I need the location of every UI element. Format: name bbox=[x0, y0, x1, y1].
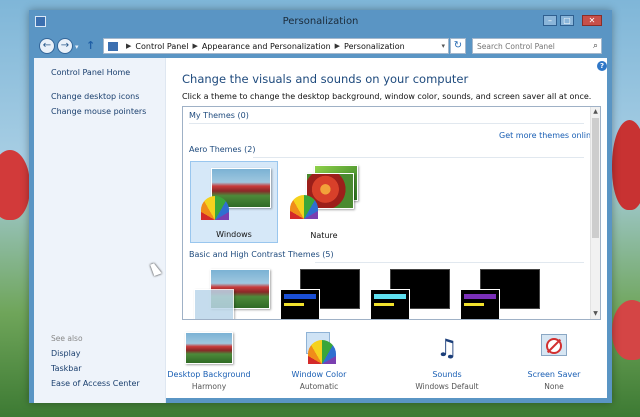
setting-label[interactable]: Screen Saver bbox=[504, 370, 604, 379]
theme-windows-basic[interactable] bbox=[190, 267, 278, 319]
theme-high-contrast-1[interactable] bbox=[280, 267, 368, 319]
theme-name: Nature bbox=[310, 231, 338, 240]
window-color-icon bbox=[302, 332, 336, 364]
setting-value: Harmony bbox=[191, 382, 227, 391]
setting-value: Windows Default bbox=[415, 382, 479, 391]
search-input[interactable] bbox=[473, 39, 583, 53]
setting-label[interactable]: Desktop Background bbox=[159, 370, 259, 379]
see-also-taskbar[interactable]: Taskbar bbox=[51, 364, 82, 373]
theme-high-contrast-3[interactable] bbox=[460, 267, 548, 319]
group-my-themes: My Themes (0) bbox=[189, 111, 249, 120]
get-more-themes-link[interactable]: Get more themes online bbox=[499, 131, 596, 140]
desktop-background-icon bbox=[185, 332, 233, 364]
sidebar: Control Panel Home Change desktop icons … bbox=[34, 58, 166, 403]
theme-nature[interactable]: Nature bbox=[280, 161, 368, 243]
up-arrow-icon[interactable]: ↑ bbox=[86, 39, 95, 52]
minimize-button[interactable]: – bbox=[543, 15, 557, 26]
chevron-right-icon[interactable]: ▶ bbox=[335, 42, 340, 50]
see-also-label: See also bbox=[51, 334, 83, 343]
see-also-ease-of-access[interactable]: Ease of Access Center bbox=[51, 379, 140, 388]
sidebar-item-change-mouse-pointers[interactable]: Change mouse pointers bbox=[51, 107, 146, 116]
scroll-up-icon[interactable]: ▲ bbox=[591, 107, 600, 117]
screen-saver-setting[interactable]: Screen Saver None bbox=[504, 332, 604, 391]
setting-label[interactable]: Sounds bbox=[397, 370, 497, 379]
back-button[interactable]: ← bbox=[39, 38, 55, 54]
theme-name: Windows bbox=[216, 230, 252, 239]
theme-windows[interactable]: Windows bbox=[190, 161, 278, 243]
divider bbox=[253, 157, 584, 158]
search-box[interactable]: ⌕ bbox=[472, 38, 602, 54]
setting-label[interactable]: Window Color bbox=[269, 370, 369, 379]
desktop-background-setting[interactable]: Desktop Background Harmony bbox=[159, 332, 259, 391]
page-description: Click a theme to change the desktop back… bbox=[182, 92, 592, 101]
chevron-right-icon[interactable]: ▶ bbox=[126, 42, 131, 50]
desktop-tulip bbox=[0, 150, 30, 220]
desktop-background-thumbnail bbox=[185, 332, 233, 364]
sidebar-item-change-desktop-icons[interactable]: Change desktop icons bbox=[51, 92, 139, 101]
sounds-icon: ♫ bbox=[436, 334, 458, 362]
sidebar-item-control-panel-home[interactable]: Control Panel Home bbox=[51, 68, 130, 77]
setting-value: Automatic bbox=[299, 382, 339, 391]
search-icon[interactable]: ⌕ bbox=[593, 41, 598, 51]
group-basic-high-contrast: Basic and High Contrast Themes (5) bbox=[189, 250, 334, 259]
window-color-setting[interactable]: Window Color Automatic bbox=[269, 332, 369, 391]
theme-window-preview bbox=[460, 289, 500, 319]
theme-window-preview bbox=[370, 289, 410, 319]
desktop-tulip bbox=[612, 120, 640, 210]
sounds-setting[interactable]: ♫ Sounds Windows Default bbox=[397, 332, 497, 391]
chevron-right-icon[interactable]: ▶ bbox=[192, 42, 197, 50]
maximize-button[interactable]: ▢ bbox=[560, 15, 574, 26]
page-title: Change the visuals and sounds on your co… bbox=[182, 72, 469, 86]
control-panel-icon bbox=[108, 41, 118, 51]
scrollbar-thumb[interactable] bbox=[592, 118, 599, 238]
help-icon[interactable]: ? bbox=[597, 61, 607, 71]
personalization-window: Personalization – ▢ ✕ ← → ▾ ↑ ▶ Control … bbox=[29, 10, 612, 403]
setting-value: None bbox=[544, 382, 564, 391]
theme-list[interactable]: My Themes (0) Get more themes online Aer… bbox=[182, 106, 601, 320]
close-button[interactable]: ✕ bbox=[582, 15, 602, 26]
navigation-bar: ← → ▾ ↑ ▶ Control Panel ▶ Appearance and… bbox=[34, 34, 607, 58]
breadcrumb-appearance[interactable]: Appearance and Personalization bbox=[202, 42, 331, 51]
desktop-tulip bbox=[612, 300, 640, 360]
recent-pages-chevron-icon[interactable]: ▾ bbox=[75, 43, 79, 51]
address-bar[interactable]: ▶ Control Panel ▶ Appearance and Persona… bbox=[103, 38, 449, 54]
group-aero-themes: Aero Themes (2) bbox=[189, 145, 256, 154]
window-color-icon bbox=[290, 195, 318, 219]
title-bar[interactable]: Personalization – ▢ ✕ bbox=[29, 10, 612, 34]
window-color-icon bbox=[201, 196, 229, 220]
chevron-down-icon[interactable]: ▾ bbox=[441, 42, 445, 50]
theme-window-preview bbox=[194, 289, 234, 319]
window-title: Personalization bbox=[282, 16, 359, 27]
forward-button[interactable]: → bbox=[57, 38, 73, 54]
scroll-down-icon[interactable]: ▼ bbox=[591, 309, 600, 319]
divider bbox=[189, 123, 584, 124]
theme-window-preview bbox=[280, 289, 320, 319]
divider bbox=[315, 262, 584, 263]
screen-saver-icon bbox=[539, 332, 569, 364]
see-also-display[interactable]: Display bbox=[51, 349, 81, 358]
refresh-button[interactable]: ↻ bbox=[450, 38, 466, 54]
breadcrumb-personalization[interactable]: Personalization bbox=[344, 42, 405, 51]
breadcrumb-control-panel[interactable]: Control Panel bbox=[135, 42, 188, 51]
theme-list-scrollbar[interactable]: ▲ ▼ bbox=[590, 107, 600, 319]
theme-high-contrast-2[interactable] bbox=[370, 267, 458, 319]
